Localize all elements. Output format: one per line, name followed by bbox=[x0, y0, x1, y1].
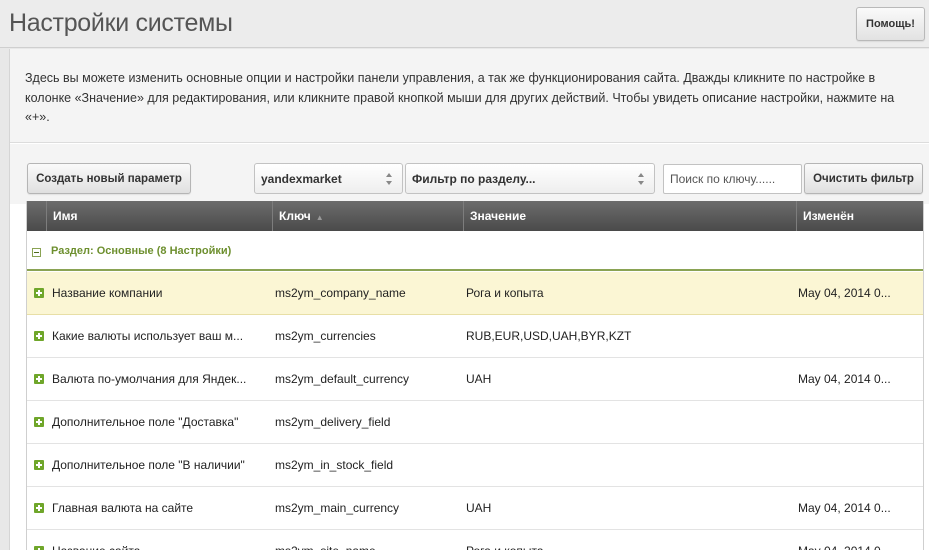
create-setting-button[interactable]: Создать новый параметр bbox=[27, 163, 191, 194]
cell-name: Название сайта bbox=[52, 530, 267, 550]
cell-value[interactable]: Рога и копыта bbox=[466, 530, 791, 550]
clear-filter-button[interactable]: Очистить фильтр bbox=[804, 163, 923, 194]
expand-plus-icon[interactable] bbox=[34, 546, 44, 550]
cell-edited: May 04, 2014 0... bbox=[798, 501, 891, 515]
cell-key: ms2ym_company_name bbox=[275, 286, 406, 300]
cell-edited: May 04, 2014 0... bbox=[798, 286, 891, 300]
cell-value[interactable]: Рога и копыта bbox=[466, 272, 791, 314]
table-row[interactable]: Дополнительное поле "Доставка" ms2ym_deli… bbox=[27, 401, 923, 444]
help-button[interactable]: Помощь! bbox=[856, 7, 925, 41]
select-arrows-icon bbox=[386, 173, 392, 185]
column-header-expander bbox=[27, 201, 46, 231]
namespace-select-value: yandexmarket bbox=[261, 171, 342, 186]
grid-header: Имя Ключ ▲ Значение Изменён bbox=[27, 201, 923, 231]
group-header-row[interactable]: Раздел: Основные (8 Настройки) bbox=[27, 231, 923, 271]
cell-key: ms2ym_currencies bbox=[275, 329, 376, 343]
collapse-icon[interactable] bbox=[32, 248, 41, 257]
cell-edited: May 04, 2014 0... bbox=[798, 372, 891, 386]
key-search-input[interactable] bbox=[663, 164, 802, 194]
area-filter-select[interactable]: Фильтр по разделу... bbox=[405, 163, 655, 194]
settings-grid: Имя Ключ ▲ Значение Изменён Раздел: Основ… bbox=[26, 201, 924, 550]
cell-value[interactable]: UAH bbox=[466, 358, 791, 400]
cell-value[interactable] bbox=[466, 444, 791, 486]
toolbar: Создать новый параметр yandexmarket Филь… bbox=[10, 144, 929, 204]
column-header-key[interactable]: Ключ ▲ bbox=[272, 201, 463, 231]
cell-edited bbox=[798, 401, 923, 443]
expand-plus-icon[interactable] bbox=[34, 460, 44, 470]
column-header-name[interactable]: Имя bbox=[46, 201, 272, 231]
expand-plus-icon[interactable] bbox=[34, 288, 44, 298]
cell-name: Главная валюта на сайте bbox=[52, 501, 194, 515]
main-panel: Здесь вы можете изменить основные опции … bbox=[9, 49, 929, 550]
column-header-edited[interactable]: Изменён bbox=[796, 201, 923, 231]
cell-name: Дополнительное поле "Доставка" bbox=[52, 415, 239, 429]
description-text: Здесь вы можете изменить основные опции … bbox=[10, 49, 929, 143]
cell-name: Название компании bbox=[52, 286, 163, 300]
cell-edited bbox=[798, 315, 923, 357]
table-row[interactable]: Название сайта ms2ym_site_name Рога и копы… bbox=[27, 530, 923, 550]
column-header-value[interactable]: Значение bbox=[463, 201, 796, 231]
group-label: Раздел: Основные (8 Настройки) bbox=[51, 245, 232, 257]
page-header: Настройки системы Помощь! bbox=[0, 0, 929, 48]
cell-name: Какие валюты использует ваш м... bbox=[52, 329, 244, 343]
namespace-select[interactable]: yandexmarket bbox=[254, 163, 403, 194]
select-arrows-icon bbox=[638, 173, 644, 185]
expand-plus-icon[interactable] bbox=[34, 374, 44, 384]
cell-edited bbox=[798, 444, 923, 486]
cell-name: Валюта по-умолчания для Яндек... bbox=[52, 372, 247, 386]
table-row[interactable]: Валюта по-умолчания для Яндек... ms2ym_de… bbox=[27, 358, 923, 401]
cell-name: Дополнительное поле "В наличии" bbox=[52, 458, 245, 472]
cell-key: ms2ym_main_currency bbox=[275, 501, 400, 515]
expand-plus-icon[interactable] bbox=[34, 503, 44, 513]
expand-plus-icon[interactable] bbox=[34, 331, 44, 341]
cell-key: ms2ym_site_name bbox=[275, 530, 460, 550]
cell-edited: May 04, 2014 0... bbox=[798, 530, 923, 550]
sort-ascending-icon: ▲ bbox=[315, 213, 324, 222]
cell-key: ms2ym_in_stock_field bbox=[275, 458, 394, 472]
column-header-key-label: Ключ bbox=[279, 209, 311, 223]
table-row[interactable]: Главная валюта на сайте ms2ym_main_curren… bbox=[27, 487, 923, 530]
expand-plus-icon[interactable] bbox=[34, 417, 44, 427]
table-row[interactable]: Дополнительное поле "В наличии" ms2ym_in_… bbox=[27, 444, 923, 487]
cell-value[interactable] bbox=[466, 401, 791, 443]
table-row[interactable]: Название компании ms2ym_company_name Рога … bbox=[27, 272, 923, 315]
cell-value[interactable]: UAH bbox=[466, 487, 791, 529]
cell-key: ms2ym_default_currency bbox=[275, 372, 410, 386]
cell-key: ms2ym_delivery_field bbox=[275, 415, 391, 429]
table-row[interactable]: Какие валюты использует ваш м... ms2ym_cu… bbox=[27, 315, 923, 358]
page-title: Настройки системы bbox=[9, 9, 233, 37]
cell-value[interactable]: RUB,EUR,USD,UAH,BYR,KZT bbox=[466, 315, 791, 357]
area-filter-value: Фильтр по разделу... bbox=[412, 171, 536, 186]
